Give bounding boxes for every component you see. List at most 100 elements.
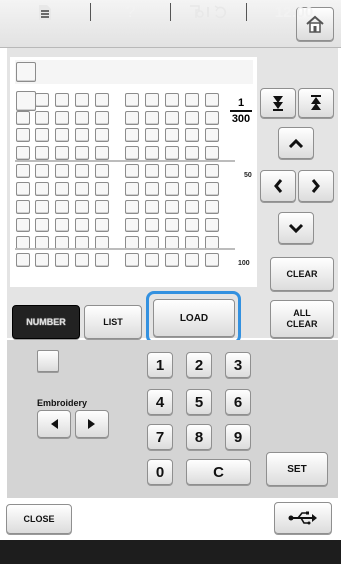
document-button[interactable]	[0, 0, 90, 24]
pattern-cell[interactable]	[55, 253, 69, 267]
pattern-cell[interactable]	[75, 111, 89, 125]
pattern-cell[interactable]	[75, 146, 89, 160]
pattern-cell[interactable]	[75, 93, 89, 107]
pattern-cell[interactable]	[165, 111, 179, 125]
pattern-cell[interactable]	[145, 200, 159, 214]
machine-status[interactable]	[171, 0, 246, 24]
set-button[interactable]: SET	[266, 452, 328, 486]
pattern-cell[interactable]	[185, 93, 199, 107]
pattern-cell[interactable]	[35, 164, 49, 178]
pattern-cell[interactable]	[95, 164, 109, 178]
pattern-cell[interactable]	[145, 111, 159, 125]
pattern-cell[interactable]	[185, 253, 199, 267]
pattern-cell[interactable]	[95, 128, 109, 142]
pattern-cell[interactable]	[205, 218, 219, 232]
pattern-cell[interactable]	[75, 164, 89, 178]
pattern-cell[interactable]	[125, 111, 139, 125]
pattern-cell[interactable]	[125, 164, 139, 178]
pattern-cell[interactable]	[16, 128, 30, 142]
pattern-cell[interactable]	[35, 146, 49, 160]
page-last-button[interactable]	[260, 88, 296, 118]
pattern-cell[interactable]	[75, 218, 89, 232]
pattern-cell[interactable]	[145, 128, 159, 142]
category-checkbox[interactable]	[37, 350, 59, 372]
pattern-cell[interactable]	[205, 93, 219, 107]
key-4[interactable]: 4	[147, 389, 173, 415]
pattern-cell[interactable]	[35, 111, 49, 125]
pattern-cell[interactable]	[55, 164, 69, 178]
pattern-cell[interactable]	[205, 128, 219, 142]
pattern-cell[interactable]	[75, 128, 89, 142]
pattern-cell[interactable]	[145, 218, 159, 232]
pattern-cell[interactable]	[165, 253, 179, 267]
pattern-cell[interactable]	[16, 182, 30, 196]
key-8[interactable]: 8	[186, 424, 212, 450]
pattern-cell[interactable]	[55, 200, 69, 214]
pattern-cell[interactable]	[125, 200, 139, 214]
pattern-cell[interactable]	[145, 182, 159, 196]
key-5[interactable]: 5	[186, 389, 212, 415]
pattern-cell[interactable]	[75, 200, 89, 214]
pattern-cell[interactable]	[205, 253, 219, 267]
pattern-cell[interactable]	[95, 146, 109, 160]
pattern-cell[interactable]	[95, 200, 109, 214]
key-6[interactable]: 6	[225, 389, 251, 415]
pattern-cell[interactable]	[55, 93, 69, 107]
pattern-cell[interactable]	[35, 182, 49, 196]
pattern-cell[interactable]	[205, 200, 219, 214]
close-button[interactable]: CLOSE	[6, 504, 72, 534]
pattern-cell[interactable]	[35, 253, 49, 267]
pattern-cell[interactable]	[145, 164, 159, 178]
tab-number[interactable]: NUMBER	[12, 305, 80, 339]
clear-button[interactable]: CLEAR	[270, 257, 334, 291]
category-prev-button[interactable]	[37, 410, 71, 438]
pattern-cell[interactable]	[145, 93, 159, 107]
pattern-cell[interactable]	[16, 218, 30, 232]
pattern-cell[interactable]	[16, 253, 30, 267]
scroll-up-button[interactable]	[278, 127, 314, 159]
pattern-cell[interactable]	[16, 200, 30, 214]
pattern-cell-selected[interactable]	[16, 91, 36, 111]
pattern-cell[interactable]	[125, 253, 139, 267]
category-next-button[interactable]	[75, 410, 109, 438]
pattern-cell[interactable]	[125, 146, 139, 160]
pattern-cell[interactable]	[165, 218, 179, 232]
pattern-cell[interactable]	[205, 146, 219, 160]
pattern-cell[interactable]	[165, 200, 179, 214]
key-2[interactable]: 2	[186, 352, 212, 378]
pattern-cell[interactable]	[185, 218, 199, 232]
pattern-cell[interactable]	[95, 253, 109, 267]
pattern-cell[interactable]	[125, 218, 139, 232]
scroll-left-button[interactable]	[260, 170, 296, 202]
pattern-cell[interactable]	[35, 93, 49, 107]
pattern-cell[interactable]	[75, 253, 89, 267]
pattern-cell[interactable]	[55, 182, 69, 196]
scroll-right-button[interactable]	[298, 170, 334, 202]
pattern-cell[interactable]	[95, 182, 109, 196]
pattern-cell[interactable]	[55, 146, 69, 160]
pattern-cell[interactable]	[205, 111, 219, 125]
pattern-cell[interactable]	[95, 93, 109, 107]
key-0[interactable]: 0	[147, 459, 173, 485]
pattern-cell[interactable]	[95, 111, 109, 125]
pattern-cell[interactable]	[185, 128, 199, 142]
pattern-cell[interactable]	[35, 218, 49, 232]
page-first-button[interactable]	[298, 88, 334, 118]
pattern-cell[interactable]	[165, 182, 179, 196]
pattern-cell[interactable]	[55, 218, 69, 232]
pattern-cell[interactable]	[16, 146, 30, 160]
pattern-cell[interactable]	[145, 253, 159, 267]
pattern-cell[interactable]	[55, 128, 69, 142]
load-button[interactable]: LOAD	[153, 299, 235, 337]
pattern-cell[interactable]	[125, 182, 139, 196]
key-9[interactable]: 9	[225, 424, 251, 450]
pattern-cell[interactable]	[35, 200, 49, 214]
pattern-cell[interactable]	[125, 128, 139, 142]
pattern-cell[interactable]	[125, 93, 139, 107]
help-button[interactable]: ?	[91, 0, 170, 24]
pattern-cell[interactable]	[35, 128, 49, 142]
pattern-cell[interactable]	[185, 200, 199, 214]
pattern-cell[interactable]	[185, 146, 199, 160]
key-7[interactable]: 7	[147, 424, 173, 450]
pattern-cell[interactable]	[55, 111, 69, 125]
